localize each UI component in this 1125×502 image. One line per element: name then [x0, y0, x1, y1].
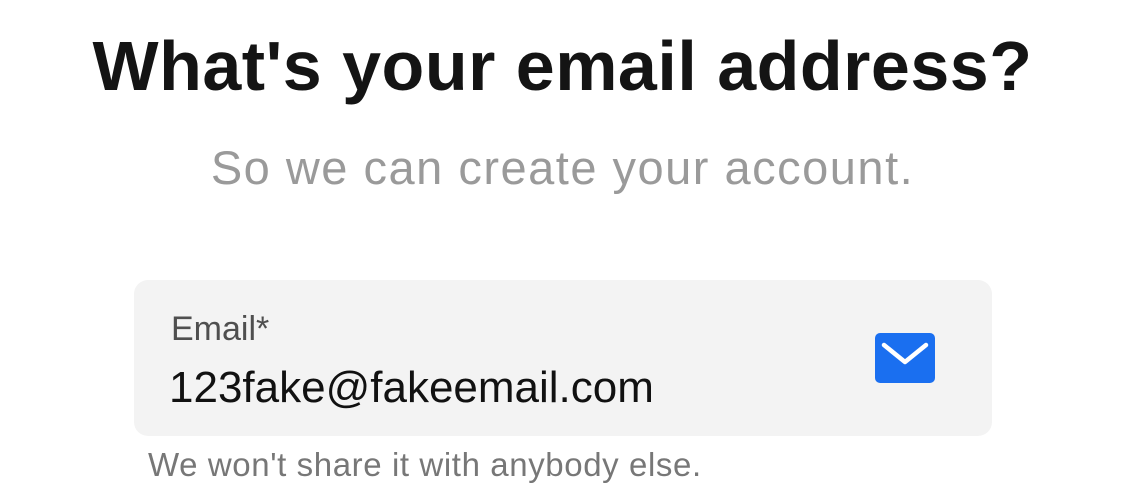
email-field[interactable]: Email* [134, 280, 992, 436]
email-helper-text: We won't share it with anybody else. [148, 446, 702, 483]
mail-icon [875, 333, 935, 383]
page-subtitle: So we can create your account. [210, 141, 915, 194]
email-input[interactable] [169, 360, 849, 416]
email-field-label: Email* [171, 310, 270, 348]
page-title: What's your email address? [92, 27, 1033, 105]
